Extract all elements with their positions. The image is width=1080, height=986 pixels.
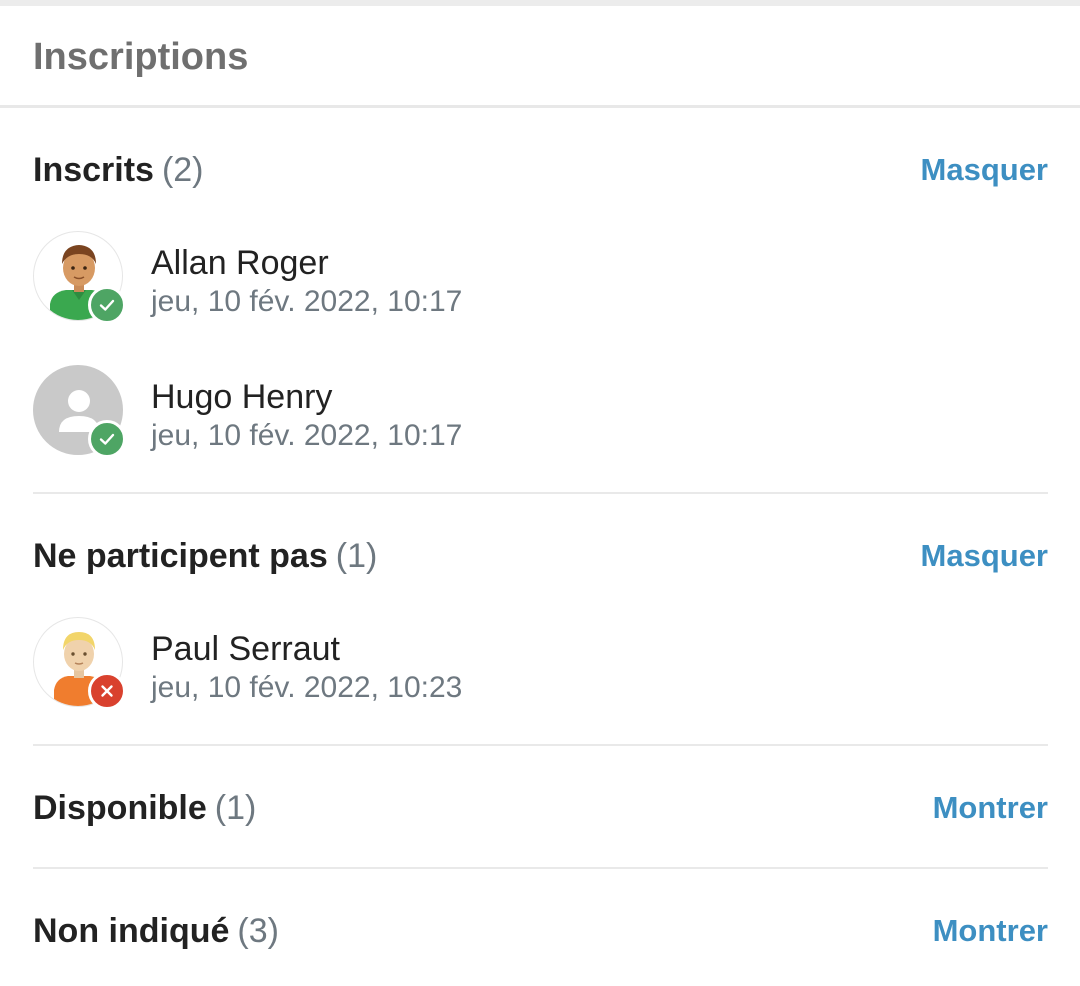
member-name: Allan Roger xyxy=(151,244,329,282)
section-title: Disponible (1) xyxy=(33,789,256,828)
check-icon xyxy=(88,420,126,458)
member-row[interactable]: Paul Serraut jeu, 10 fév. 2022, 10:23 xyxy=(33,617,1048,710)
section-title: Inscrits (2) xyxy=(33,151,204,190)
montrer-button[interactable]: Montrer xyxy=(933,913,1048,949)
section-title: Non indiqué (3) xyxy=(33,912,279,951)
divider xyxy=(33,492,1048,494)
section-header-ne-participent-pas: Ne participent pas (1) Masquer xyxy=(33,534,1048,578)
divider xyxy=(33,744,1048,746)
section-count: (2) xyxy=(161,150,204,189)
close-icon xyxy=(88,672,126,710)
section-name: Inscrits xyxy=(33,150,154,189)
member-name: Paul Serraut xyxy=(151,630,340,668)
member-date: jeu, 10 fév. 2022, 10:17 xyxy=(151,419,463,452)
section-count: (1) xyxy=(214,788,257,827)
section-header-disponible: Disponible (1) Montrer xyxy=(33,786,1048,830)
montrer-button[interactable]: Montrer xyxy=(933,790,1048,826)
divider xyxy=(33,867,1048,869)
member-name: Hugo Henry xyxy=(151,378,333,416)
member-date: jeu, 10 fév. 2022, 10:23 xyxy=(151,671,463,704)
masquer-button[interactable]: Masquer xyxy=(921,538,1048,574)
member-row[interactable]: Allan Roger jeu, 10 fév. 2022, 10:17 xyxy=(33,231,1048,324)
section-name: Disponible xyxy=(33,788,207,827)
section-title: Ne participent pas (1) xyxy=(33,537,377,576)
section-name: Non indiqué xyxy=(33,911,230,950)
section-header-non-indique: Non indiqué (3) Montrer xyxy=(33,909,1048,953)
page-title: Inscriptions xyxy=(33,36,249,78)
section-count: (1) xyxy=(335,536,378,575)
top-bar xyxy=(0,0,1080,6)
check-icon xyxy=(88,286,126,324)
section-count: (3) xyxy=(237,911,279,950)
masquer-button[interactable]: Masquer xyxy=(921,152,1048,188)
section-name: Ne participent pas xyxy=(33,536,328,575)
member-date: jeu, 10 fév. 2022, 10:17 xyxy=(151,285,463,318)
title-divider xyxy=(0,105,1080,108)
section-header-inscrits: Inscrits (2) Masquer xyxy=(33,148,1048,192)
member-row[interactable]: Hugo Henry jeu, 10 fév. 2022, 10:17 xyxy=(33,365,1048,458)
